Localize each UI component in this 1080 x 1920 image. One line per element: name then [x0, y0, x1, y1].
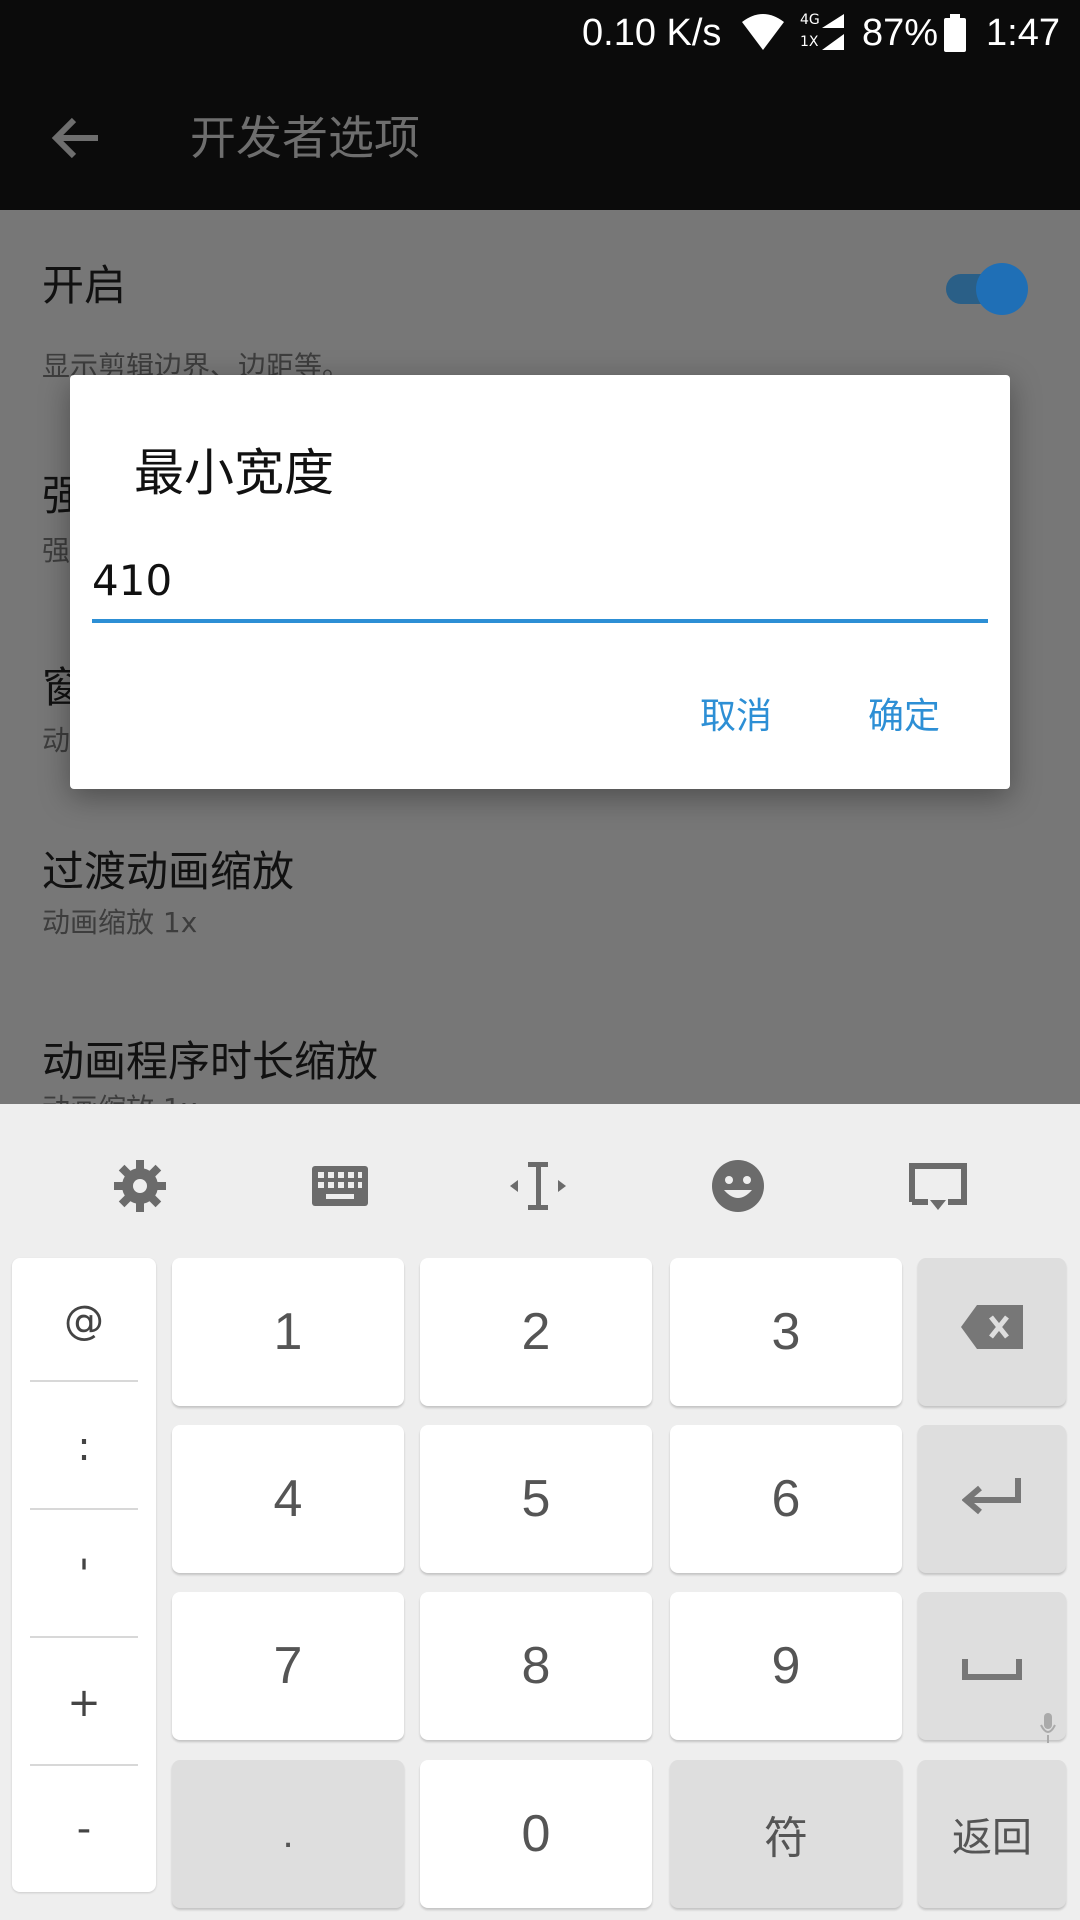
wifi-icon — [740, 12, 786, 52]
cancel-button[interactable]: 取消 — [700, 695, 772, 739]
emoji-icon[interactable] — [706, 1156, 770, 1216]
key-dot[interactable]: . — [172, 1760, 404, 1908]
settings-toggle-title: 开启 — [42, 261, 127, 310]
divider — [30, 1636, 138, 1638]
settings-row-title: 动画程序时长缩放 — [42, 1037, 379, 1086]
key-5[interactable]: 5 — [420, 1425, 652, 1573]
keyboard-icon[interactable] — [308, 1156, 372, 1216]
key-7[interactable]: 7 — [172, 1592, 404, 1740]
key-1[interactable]: 1 — [172, 1258, 404, 1406]
symbols-key[interactable]: 符 — [670, 1760, 902, 1908]
return-key[interactable]: 返回 — [918, 1760, 1066, 1908]
hide-keyboard-icon[interactable] — [906, 1156, 970, 1216]
symbol-key-plus[interactable]: + — [12, 1640, 156, 1766]
dialog-title: 最小宽度 — [134, 444, 334, 502]
symbol-key-minus[interactable]: - — [12, 1766, 156, 1892]
cursor-move-icon[interactable] — [506, 1156, 570, 1216]
key-2[interactable]: 2 — [420, 1258, 652, 1406]
enter-key[interactable] — [918, 1425, 1066, 1573]
app-toolbar: 开发者选项 — [0, 66, 1080, 210]
symbol-key-apostrophe[interactable]: ' — [12, 1512, 156, 1638]
backspace-key[interactable] — [918, 1258, 1066, 1406]
key-0[interactable]: 0 — [420, 1760, 652, 1908]
symbol-key-at[interactable]: @ — [12, 1258, 156, 1384]
status-bar: 0.10 K/s 4G 1X 87% 1:47 — [0, 0, 1080, 66]
network-speed: 0.10 K/s — [582, 12, 722, 54]
page-title: 开发者选项 — [190, 111, 420, 165]
enable-toggle-switch[interactable] — [946, 262, 1028, 316]
signal-label-4g: 4G — [800, 12, 820, 28]
settings-row-subtitle: 强 — [42, 534, 71, 567]
settings-row-subtitle: 动画缩放 1x — [42, 906, 198, 939]
divider — [30, 1380, 138, 1382]
key-9[interactable]: 9 — [670, 1592, 902, 1740]
settings-row-title: 过渡动画缩放 — [42, 847, 295, 896]
key-3[interactable]: 3 — [670, 1258, 902, 1406]
symbol-column: @ : ' + - — [12, 1258, 156, 1892]
divider — [30, 1508, 138, 1510]
settings-row-subtitle: 动画缩放 1x — [42, 1092, 197, 1104]
signal-label-1x: 1X — [800, 34, 819, 50]
key-8[interactable]: 8 — [420, 1592, 652, 1740]
space-icon — [962, 1636, 1022, 1696]
space-key[interactable] — [918, 1592, 1066, 1743]
symbol-key-colon[interactable]: : — [12, 1384, 156, 1510]
settings-row-transition-animation[interactable]: 过渡动画缩放 动画缩放 1x — [0, 800, 1080, 988]
min-width-dialog: 最小宽度 取消 确定 — [70, 375, 1010, 789]
ok-button[interactable]: 确定 — [868, 695, 940, 739]
cellular-signal-icon: 4G 1X — [800, 8, 844, 54]
key-6[interactable]: 6 — [670, 1425, 902, 1573]
arrow-back-icon[interactable] — [48, 110, 104, 166]
clock: 1:47 — [986, 12, 1060, 54]
microphone-icon — [1040, 1696, 1056, 1756]
min-width-input[interactable] — [92, 545, 988, 623]
battery-icon — [944, 14, 966, 52]
settings-gear-icon[interactable] — [108, 1156, 172, 1216]
settings-row-subtitle: 动 — [42, 724, 71, 757]
key-4[interactable]: 4 — [172, 1425, 404, 1573]
enter-icon — [961, 1469, 1022, 1529]
battery-percent: 87% — [862, 12, 939, 54]
settings-row-animator-duration[interactable]: 动画程序时长缩放 动画缩放 1x — [0, 986, 1080, 1104]
backspace-icon — [961, 1302, 1023, 1362]
